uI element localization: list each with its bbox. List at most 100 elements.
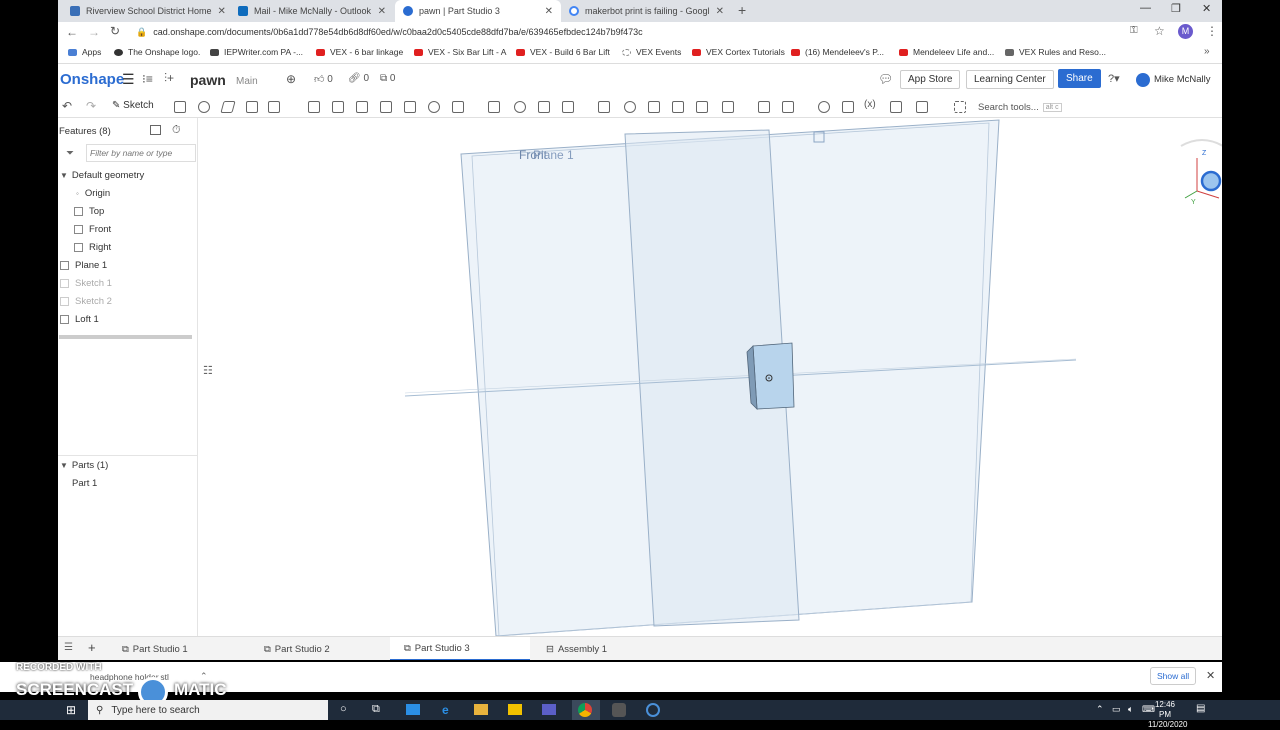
mirror-icon[interactable] (488, 101, 500, 113)
browser-tab-riverview[interactable]: Riverview School District Home ✕ (62, 0, 232, 22)
rollback-timer-icon[interactable]: ⏱︎ (172, 124, 181, 137)
close-window-button[interactable]: ✕ (1202, 2, 1211, 15)
hamburger-menu-icon[interactable]: ☰ (122, 71, 135, 88)
insert-tab-button[interactable]: + (88, 640, 96, 655)
bookmark-vex-cortex[interactable]: VEX Cortex Tutorials (692, 47, 785, 57)
close-icon[interactable]: ✕ (539, 6, 553, 17)
search-tools-field[interactable]: Search tools... alt c (978, 99, 1078, 115)
edge-icon[interactable]: e (442, 703, 449, 717)
network-icon[interactable]: ▭ (1112, 704, 1121, 715)
document-name[interactable]: pawn (190, 72, 226, 88)
tab-manager-icon[interactable]: ☰ (64, 642, 73, 653)
feature-front[interactable]: Front (74, 224, 111, 235)
links[interactable]: 🔗︎ 0 (348, 73, 369, 84)
offset-surface-icon[interactable] (696, 101, 708, 113)
feature-list-icon[interactable]: ⁝≡ (142, 72, 153, 86)
feature-sketch-1[interactable]: Sketch 1 (60, 278, 112, 289)
share-button[interactable]: Share (1058, 69, 1101, 88)
bookmark-vex-rules[interactable]: VEX Rules and Reso... (1005, 47, 1106, 57)
user-name[interactable]: Mike McNally (1154, 74, 1210, 85)
parts-group[interactable]: ▼ Parts (1) (60, 460, 108, 471)
graphics-viewport[interactable]: ☷ Front Plane 1 Z Y X (199, 118, 1222, 636)
helix-icon[interactable] (782, 101, 794, 113)
feature-sketch-2[interactable]: Sketch 2 (60, 296, 112, 307)
forward-arrow-icon[interactable]: → (88, 25, 100, 39)
move-face-icon[interactable] (648, 101, 660, 113)
plane-icon[interactable] (722, 101, 734, 113)
url-field[interactable]: 🔒 cad.onshape.com/documents/0b6a1dd778e5… (136, 24, 1136, 40)
task-view-icon[interactable]: ⧉ (372, 703, 380, 716)
fillet-icon[interactable] (308, 101, 320, 113)
comment-icon[interactable]: 💬︎ (878, 72, 893, 86)
clock[interactable]: 12:46 PM 11/20/2020 (1148, 700, 1187, 730)
bookmark-mendeleev-p[interactable]: (16) Mendeleev's P... (791, 47, 884, 57)
loft-icon[interactable] (246, 101, 258, 113)
show-all-button[interactable]: Show all (1150, 667, 1197, 685)
app-store-button[interactable]: App Store (900, 70, 961, 89)
model-view[interactable] (199, 118, 1222, 636)
bookmark-mendeleev-life[interactable]: Mendeleev Life and... (899, 47, 994, 57)
browser-tab-google[interactable]: makerbot print is failing - Googl ✕ (561, 0, 727, 22)
sketch-button[interactable]: ✎ Sketch (112, 100, 154, 111)
view-cube-graphic[interactable] (1167, 136, 1222, 206)
browser-tab-outlook[interactable]: Mail - Mike McNally - Outlook ✕ (230, 0, 394, 22)
onshape-logo[interactable]: Onshape (60, 71, 124, 88)
bookmark-vex-six-bar[interactable]: VEX - Six Bar Lift - A (414, 47, 506, 57)
measure-icon[interactable] (818, 101, 830, 113)
feature-right[interactable]: Right (74, 242, 111, 253)
feature-folder-icon[interactable] (150, 125, 161, 135)
modify-fillet-icon[interactable] (624, 101, 636, 113)
star-icon[interactable]: ☆ (1154, 24, 1165, 38)
default-geometry-group[interactable]: ▼ Default geometry (60, 170, 144, 181)
bookmark-vex-6bar[interactable]: VEX - 6 bar linkage (316, 47, 403, 57)
teams-icon[interactable] (542, 704, 556, 715)
insert-icon[interactable]: ⫶+ (164, 71, 174, 86)
transform-icon[interactable] (562, 101, 574, 113)
profile-avatar[interactable]: M (1178, 24, 1193, 39)
new-tab-button[interactable]: + (738, 2, 746, 18)
bookmark-iepwriter[interactable]: IEPWriter.com PA -... (210, 47, 303, 57)
globe-icon[interactable]: ⊕ (286, 72, 296, 86)
split-icon[interactable] (538, 101, 550, 113)
sheet-metal-icon[interactable] (890, 101, 902, 113)
versions[interactable]: ⧉ 0 (380, 73, 395, 84)
bookmark-vex-build[interactable]: VEX - Build 6 Bar Lift (516, 47, 610, 57)
feature-top[interactable]: Top (74, 206, 104, 217)
windows-start-icon[interactable]: ⊞ (66, 703, 76, 717)
close-icon[interactable]: ✕ (372, 6, 386, 17)
key-icon[interactable]: ⚿ (1130, 25, 1138, 36)
render-mode-icon[interactable] (916, 101, 928, 113)
close-icon[interactable]: ✕ (710, 6, 724, 17)
feature-loft-1[interactable]: Loft 1 (60, 314, 99, 325)
feature-plane-1[interactable]: Plane 1 (60, 260, 107, 271)
extrude-icon[interactable] (174, 101, 186, 113)
section-icon[interactable] (842, 101, 854, 113)
minimize-button[interactable]: — (1140, 2, 1151, 14)
close-downloads-icon[interactable]: ✕ (1206, 669, 1215, 682)
close-icon[interactable]: ✕ (212, 6, 226, 17)
add-custom-feature-icon[interactable] (954, 101, 966, 113)
linear-pattern-icon[interactable] (452, 101, 464, 113)
tab-assembly-1[interactable]: ⊟ Assembly 1 (532, 637, 672, 660)
taskbar-search[interactable]: ⚲ Type here to search (88, 700, 328, 720)
feature-origin[interactable]: ◦ Origin (76, 188, 110, 199)
filter-icon[interactable]: ⏷ (66, 148, 74, 159)
mate-connector-icon[interactable] (758, 101, 770, 113)
store-icon[interactable] (508, 704, 522, 715)
app-icon[interactable] (612, 703, 626, 717)
help-icon[interactable]: ?▾ (1108, 72, 1120, 85)
rollback-bar[interactable] (59, 335, 192, 339)
hole-icon[interactable] (428, 101, 440, 113)
notifications-icon[interactable]: ▤ (1196, 703, 1205, 714)
bookmark-onshape-logo[interactable]: The Onshape logo. (114, 47, 200, 57)
filter-input[interactable] (86, 144, 196, 162)
user-avatar[interactable] (1136, 73, 1150, 87)
shell-icon[interactable] (404, 101, 416, 113)
delete-part-icon[interactable] (598, 101, 610, 113)
learning-center-button[interactable]: Learning Center (966, 70, 1054, 89)
redo-icon[interactable]: ↷ (86, 99, 96, 113)
back-arrow-icon[interactable]: ← (66, 25, 78, 39)
revolve-icon[interactable] (198, 101, 210, 113)
file-explorer-icon[interactable] (474, 704, 488, 715)
rib-icon[interactable] (380, 101, 392, 113)
